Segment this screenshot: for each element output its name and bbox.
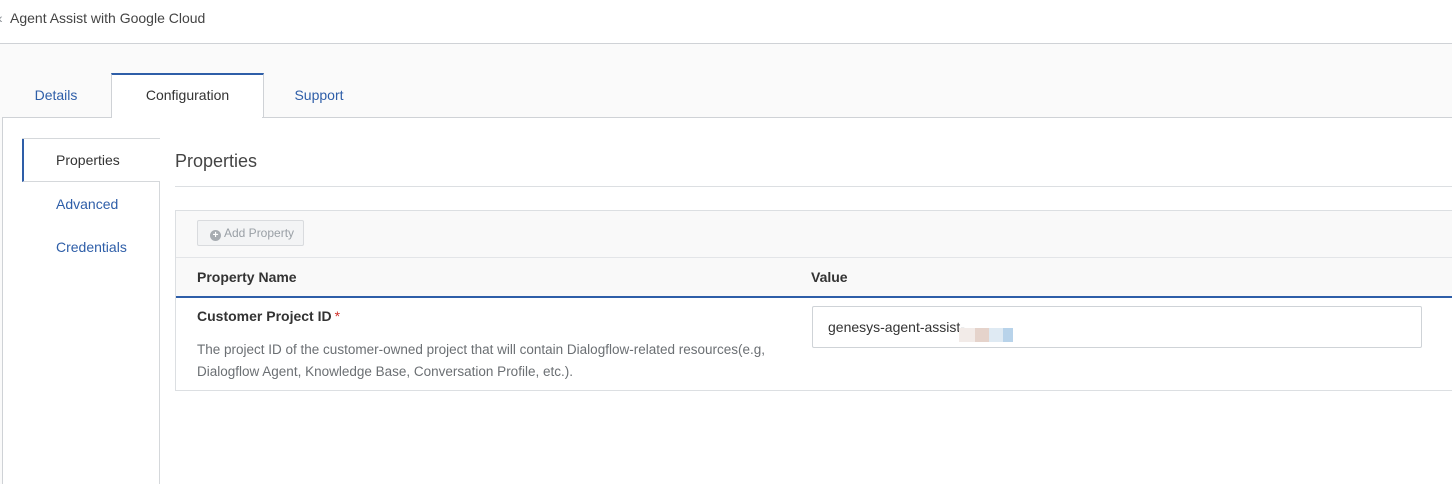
column-header-property-name: Property Name (197, 269, 297, 285)
table-header-row: Property Name Value (176, 258, 1452, 298)
redacted-text (989, 328, 1003, 342)
table-toolbar: + Add Property (176, 211, 1452, 258)
plus-circle-icon: + (210, 230, 221, 241)
page: ‹ Agent Assist with Google Cloud Details… (0, 0, 1452, 484)
back-chevron-icon[interactable]: ‹ (0, 10, 4, 26)
side-nav-item-advanced[interactable]: Advanced (22, 183, 159, 226)
required-marker: * (334, 308, 341, 324)
add-property-label: Add Property (224, 226, 295, 240)
app-title: Agent Assist with Google Cloud (10, 10, 206, 26)
app-header: ‹ Agent Assist with Google Cloud (0, 0, 1452, 44)
column-header-value: Value (811, 269, 848, 285)
side-nav: Properties Advanced Credentials (22, 138, 160, 484)
customer-project-id-input[interactable]: genesys-agent-assist- (812, 306, 1422, 348)
redacted-text (975, 328, 989, 342)
section-divider (175, 186, 1452, 187)
properties-table: + Add Property Property Name Value Custom… (175, 210, 1452, 391)
property-description: The project ID of the customer-owned pro… (197, 342, 766, 379)
redacted-text (1003, 328, 1013, 342)
active-tab-gap (112, 117, 262, 118)
property-name-label: Customer Project ID (197, 308, 332, 324)
add-property-button[interactable]: + Add Property (197, 220, 304, 246)
customer-project-id-value: genesys-agent-assist- (828, 319, 965, 335)
side-nav-item-properties[interactable]: Properties (22, 139, 160, 182)
section-title: Properties (175, 151, 258, 171)
tab-configuration[interactable]: Configuration (111, 73, 264, 117)
side-nav-item-credentials[interactable]: Credentials (22, 226, 159, 269)
property-name: Customer Project ID * (197, 308, 340, 324)
tab-support[interactable]: Support (263, 75, 375, 117)
tab-details[interactable]: Details (2, 75, 110, 117)
